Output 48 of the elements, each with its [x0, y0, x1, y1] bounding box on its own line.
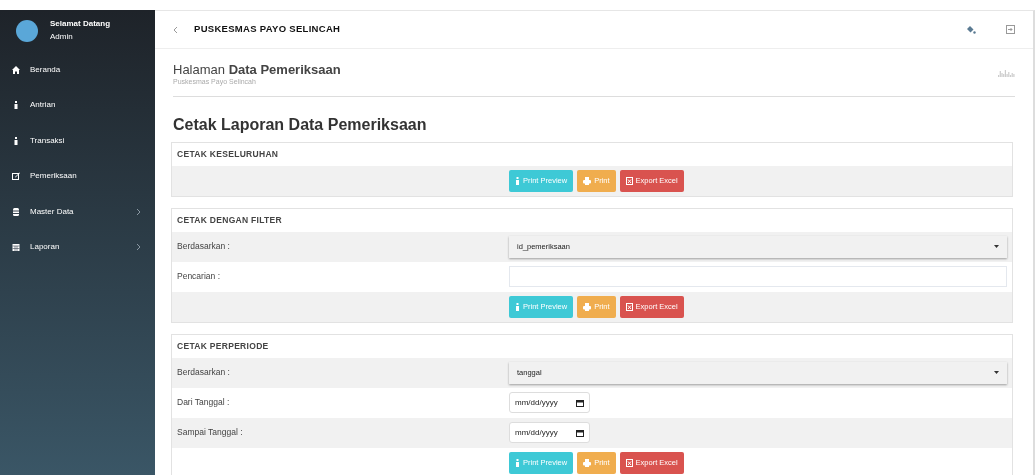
- printer-icon: [583, 176, 592, 185]
- sidebar-item[interactable]: Beranda: [0, 52, 155, 88]
- panel-title: CETAK PERPERIODE: [176, 339, 270, 353]
- section-heading: Cetak Laporan Data Pemeriksaan: [173, 114, 428, 135]
- bar-chart-icon: [998, 69, 1015, 77]
- sidebar-item[interactable]: Antrian: [0, 87, 155, 123]
- field-label: Sampai Tanggal :: [177, 426, 244, 440]
- field-label: Dari Tanggal :: [177, 396, 231, 410]
- paint-bucket-icon: [966, 25, 976, 34]
- printer-icon: [583, 302, 592, 311]
- spreadsheet-icon: [625, 176, 633, 185]
- calendar-icon: [576, 428, 584, 437]
- spreadsheet-icon: [625, 302, 633, 311]
- page-title: Halaman Data Pemeriksaan: [173, 63, 341, 78]
- printer-icon: [583, 458, 592, 467]
- calendar-icon: [576, 398, 584, 407]
- home-icon: [12, 65, 20, 74]
- caret-icon: [994, 371, 999, 375]
- app-title: PUSKESMAS PAYO SELINCAH: [194, 22, 342, 37]
- info-icon: [515, 458, 520, 467]
- field-label: Pencarian :: [177, 270, 221, 284]
- spreadsheet-icon: [625, 458, 633, 467]
- field-label: Berdasarkan :: [177, 240, 231, 254]
- info-icon: [515, 302, 520, 311]
- sidebar-item[interactable]: Pemeriksaan: [0, 158, 155, 194]
- field-label: Berdasarkan :: [177, 366, 231, 380]
- user-name: Admin: [50, 31, 74, 43]
- caret-icon: [994, 245, 999, 249]
- sidebar-item[interactable]: Master Data: [0, 194, 155, 230]
- date-field[interactable]: mm/dd/yyyy: [509, 422, 590, 444]
- edit-icon: [12, 172, 20, 181]
- date-field[interactable]: mm/dd/yyyy: [509, 392, 590, 414]
- info-icon: [12, 136, 20, 145]
- panel-title: CETAK KESELURUHAN: [176, 147, 280, 161]
- info-icon: [515, 176, 520, 185]
- database-icon: [12, 207, 20, 216]
- chevron-icon: [136, 243, 141, 252]
- exit-icon: [1006, 25, 1015, 34]
- info-icon: [12, 101, 20, 110]
- calendar-icon: [12, 243, 20, 252]
- input-field[interactable]: [509, 266, 1007, 288]
- sidebar-item[interactable]: Laporan: [0, 229, 155, 265]
- greeting-text: Selamat Datang: [50, 18, 111, 31]
- panel-title: CETAK DENGAN FILTER: [176, 213, 284, 227]
- sidebar-item[interactable]: Transaksi: [0, 123, 155, 159]
- avatar-icon: [16, 20, 38, 42]
- back-chevron-icon: [173, 25, 178, 34]
- chevron-icon: [136, 207, 141, 216]
